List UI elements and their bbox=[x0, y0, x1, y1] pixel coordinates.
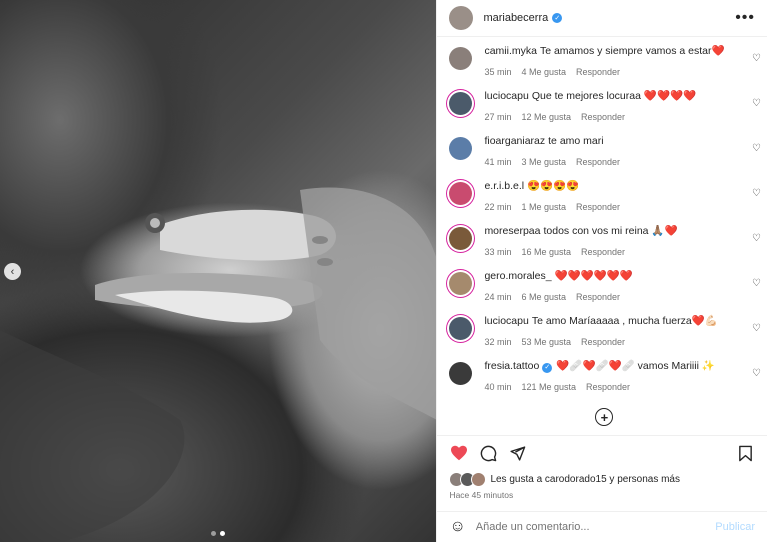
comment-text: Que te mejores locuraa ❤️❤️❤️❤️ bbox=[531, 90, 697, 102]
comment-likes[interactable]: 121 Me gusta bbox=[521, 381, 576, 394]
comment-like-heart-icon[interactable]: ♡ bbox=[752, 278, 761, 289]
commenter-avatar[interactable] bbox=[449, 362, 473, 385]
comment-username[interactable]: e.r.i.b.e.l bbox=[484, 180, 524, 192]
carousel-dot-active bbox=[220, 531, 225, 536]
comment-time[interactable]: 35 min bbox=[484, 66, 511, 79]
comment-item: fresia.tattoo ✓ ❤️🩹❤️🩹❤️🩹 vamos Mariiii ✨ … bbox=[449, 360, 767, 394]
verified-badge-icon: ✓ bbox=[542, 362, 553, 373]
verified-badge-icon: ✓ bbox=[552, 13, 563, 23]
bookmark-icon[interactable] bbox=[735, 443, 755, 463]
reply-button[interactable]: Responder bbox=[581, 336, 625, 349]
comment-time[interactable]: 40 min bbox=[484, 381, 511, 394]
comment-time[interactable]: 24 min bbox=[484, 291, 511, 304]
likes-summary[interactable]: Les gusta a carodorado15 y personas más bbox=[437, 470, 767, 488]
comment-item: fioarganiaraz te amo mari 41 min 3 Me gust… bbox=[449, 135, 767, 169]
comment-item: camii.myka Te amamos y siempre vamos a es… bbox=[449, 45, 767, 79]
post-side-panel: mariabecerra ✓ ••• camii.myka Te amamos y… bbox=[436, 0, 767, 542]
comment-likes[interactable]: 6 Me gusta bbox=[521, 291, 566, 304]
reply-button[interactable]: Responder bbox=[576, 66, 620, 79]
comment-like-heart-icon[interactable]: ♡ bbox=[752, 53, 761, 64]
commenter-avatar[interactable] bbox=[449, 272, 473, 295]
comment-likes[interactable]: 12 Me gusta bbox=[521, 111, 571, 124]
comment-likes[interactable]: 16 Me gusta bbox=[521, 246, 571, 259]
commenter-avatar[interactable] bbox=[449, 227, 473, 250]
reply-button[interactable]: Responder bbox=[581, 246, 625, 259]
share-icon[interactable] bbox=[507, 443, 527, 463]
comment-username[interactable]: gero.morales_ bbox=[484, 270, 551, 282]
comment-likes[interactable]: 3 Me gusta bbox=[521, 156, 566, 169]
emoji-icon[interactable]: ☺ bbox=[449, 518, 465, 536]
comment-likes[interactable]: 53 Me gusta bbox=[521, 336, 571, 349]
comment-username[interactable]: fresia.tattoo bbox=[484, 360, 539, 372]
comment-time[interactable]: 22 min bbox=[484, 201, 511, 214]
comment-username[interactable]: luciocapu bbox=[484, 90, 528, 102]
comment-username[interactable]: luciocapu bbox=[484, 315, 528, 327]
comment-text: ❤️❤️❤️❤️❤️❤️ bbox=[554, 270, 634, 282]
reply-button[interactable]: Responder bbox=[576, 156, 620, 169]
comment-text: Te amo Maríaaaaa , mucha fuerza❤️💪🏻 bbox=[531, 315, 718, 327]
comments-list: camii.myka Te amamos y siempre vamos a es… bbox=[437, 37, 767, 435]
comment-icon[interactable] bbox=[478, 443, 498, 463]
likes-text[interactable]: Les gusta a carodorado15 y personas más bbox=[490, 474, 680, 485]
comment-username[interactable]: camii.myka bbox=[484, 45, 537, 57]
comment-text: ❤️🩹❤️🩹❤️🩹 vamos Mariiii ✨ bbox=[556, 360, 715, 372]
post-header: mariabecerra ✓ ••• bbox=[437, 0, 767, 37]
comment-username[interactable]: fioarganiaraz bbox=[484, 135, 545, 147]
post-viewer: ‹ mariabecerra ✓ ••• camii.myka Te amamos… bbox=[0, 0, 767, 542]
comment-time[interactable]: 33 min bbox=[484, 246, 511, 259]
comment-item: moreserpaa todos con vos mi reina 🙏🏽❤️ 33… bbox=[449, 225, 767, 259]
carousel-prev-button[interactable]: ‹ bbox=[4, 263, 21, 280]
reply-button[interactable]: Responder bbox=[576, 201, 620, 214]
heart-icon[interactable] bbox=[449, 443, 469, 463]
post-actions-bar bbox=[437, 435, 767, 470]
comment-text: te amo mari bbox=[548, 135, 604, 147]
post-photo: ‹ bbox=[0, 0, 437, 542]
reply-button[interactable]: Responder bbox=[581, 111, 625, 124]
more-options-icon[interactable]: ••• bbox=[735, 10, 755, 26]
commenter-avatar[interactable] bbox=[449, 47, 473, 70]
comment-like-heart-icon[interactable]: ♡ bbox=[752, 323, 761, 334]
comment-item: luciocapu Que te mejores locuraa ❤️❤️❤️❤️… bbox=[449, 90, 767, 124]
comment-text: 😍😍😍😍 bbox=[527, 180, 580, 192]
photo-art bbox=[0, 187, 437, 542]
reply-button[interactable]: Responder bbox=[586, 381, 630, 394]
comment-like-heart-icon[interactable]: ♡ bbox=[752, 233, 761, 244]
add-comment-bar: ☺ Publicar bbox=[437, 511, 767, 542]
commenter-avatar[interactable] bbox=[449, 137, 473, 160]
comment-likes[interactable]: 1 Me gusta bbox=[521, 201, 566, 214]
comment-text: Te amamos y siempre vamos a estar❤️ bbox=[539, 45, 725, 57]
post-timestamp[interactable]: Hace 45 minutos bbox=[437, 488, 767, 508]
comment-like-heart-icon[interactable]: ♡ bbox=[752, 98, 761, 109]
comment-time[interactable]: 32 min bbox=[484, 336, 511, 349]
comment-item: e.r.i.b.e.l 😍😍😍😍 22 min 1 Me gusta Responde… bbox=[449, 180, 767, 214]
comment-time[interactable]: 41 min bbox=[484, 156, 511, 169]
author-avatar[interactable] bbox=[449, 6, 474, 30]
comment-like-heart-icon[interactable]: ♡ bbox=[752, 188, 761, 199]
comment-item: gero.morales_ ❤️❤️❤️❤️❤️❤️ 24 min 6 Me gus… bbox=[449, 270, 767, 304]
comment-time[interactable]: 27 min bbox=[484, 111, 511, 124]
carousel-dots bbox=[211, 531, 225, 536]
comment-likes[interactable]: 4 Me gusta bbox=[521, 66, 566, 79]
commenter-avatar[interactable] bbox=[449, 317, 473, 340]
comment-like-heart-icon[interactable]: ♡ bbox=[752, 368, 761, 379]
author-username[interactable]: mariabecerra bbox=[483, 12, 548, 24]
chevron-left-icon: ‹ bbox=[10, 265, 15, 278]
publish-button[interactable]: Publicar bbox=[715, 521, 755, 533]
carousel-dot bbox=[211, 531, 216, 536]
comment-text: todos con vos mi reina 🙏🏽❤️ bbox=[543, 225, 678, 237]
comment-like-heart-icon[interactable]: ♡ bbox=[752, 143, 761, 154]
plus-circle-icon[interactable]: + bbox=[595, 408, 614, 426]
commenter-avatar[interactable] bbox=[449, 92, 473, 115]
comment-username[interactable]: moreserpaa bbox=[484, 225, 540, 237]
comment-input[interactable] bbox=[473, 520, 716, 534]
reply-button[interactable]: Responder bbox=[576, 291, 620, 304]
liker-avatar bbox=[471, 471, 487, 487]
commenter-avatar[interactable] bbox=[449, 182, 473, 205]
comment-item: luciocapu Te amo Maríaaaaa , mucha fuerza… bbox=[449, 315, 767, 349]
